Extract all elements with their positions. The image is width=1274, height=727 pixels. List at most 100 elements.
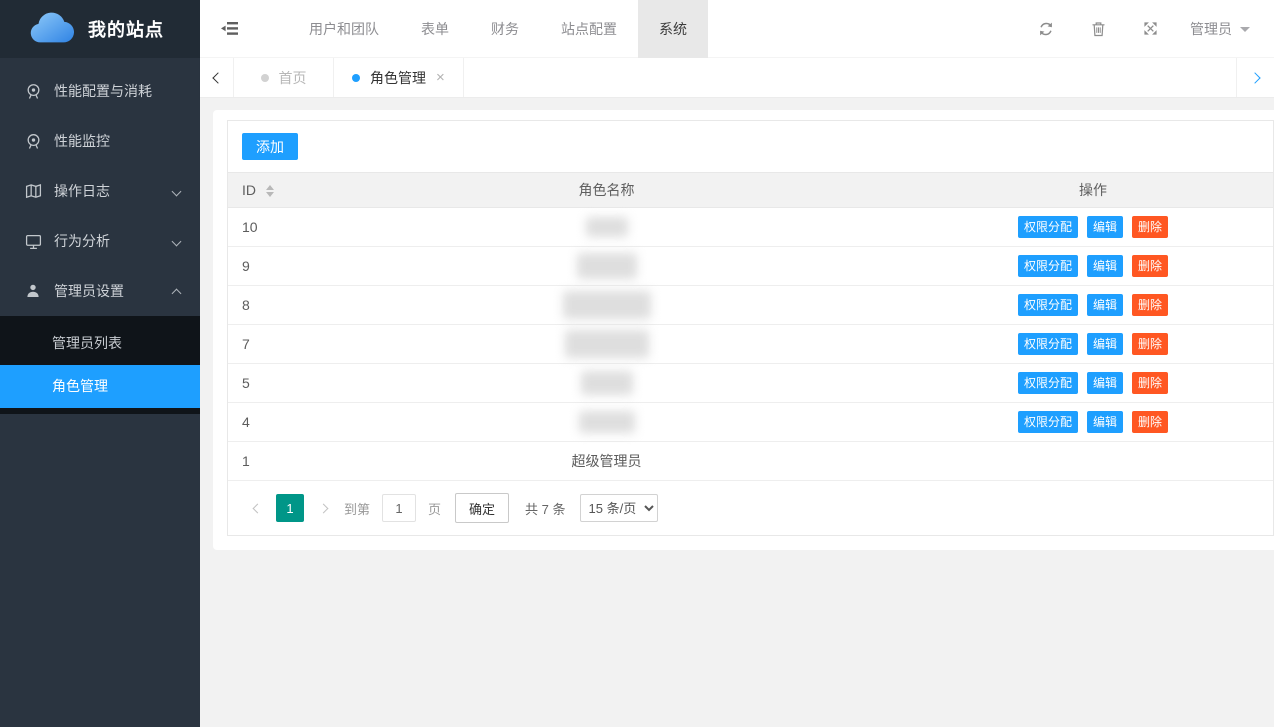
content-area: 添加 ID 角色名称 [200,98,1274,727]
role-id-cell: 8 [228,286,300,325]
table-header-row: ID 角色名称 操作 [228,173,1273,208]
nav-item-forms[interactable]: 表单 [400,0,470,58]
nav-item-finance[interactable]: 财务 [470,0,540,58]
shrink-menu-icon [221,21,239,36]
add-button[interactable]: 添加 [242,133,298,160]
edit-button[interactable]: 编辑 [1087,255,1123,277]
sidebar-item-admin-list[interactable]: 管理员列表 [0,322,200,365]
sidebar-item-label: 行为分析 [54,231,172,251]
refresh-button[interactable] [1020,0,1072,58]
speaker-icon [24,82,42,100]
sidebar-item-label: 性能监控 [54,131,182,151]
role-name-cell [300,403,913,442]
delete-button[interactable]: 删除 [1132,411,1168,433]
tabs-scroll-left-button[interactable] [200,58,234,97]
user-dropdown[interactable]: 管理员 [1176,0,1274,58]
trash-icon [1091,21,1106,37]
edit-button[interactable]: 编辑 [1087,372,1123,394]
delete-button[interactable]: 删除 [1132,372,1168,394]
role-name-cell: 超级管理员 [300,442,913,481]
close-icon[interactable]: × [436,70,445,85]
row-actions-cell: 权限分配编辑删除 [913,325,1273,364]
delete-button[interactable]: 删除 [1132,294,1168,316]
assign-permissions-button[interactable]: 权限分配 [1018,333,1078,355]
goto-page-input[interactable] [382,494,416,522]
tab-label: 角色管理 [370,68,426,88]
fullscreen-button[interactable] [1124,0,1176,58]
user-name: 管理员 [1190,19,1232,39]
sidebar: 我的站点 性能配置与消耗 性能监控 [0,0,200,727]
role-name-cell [300,286,913,325]
role-name-cell [300,364,913,403]
tabs-scroll-right-button[interactable] [1236,58,1274,97]
assign-permissions-button[interactable]: 权限分配 [1018,255,1078,277]
delete-button[interactable]: 删除 [1132,216,1168,238]
trash-button[interactable] [1072,0,1124,58]
collapse-sidebar-button[interactable] [200,0,260,58]
sidebar-item-behavior-analysis[interactable]: 行为分析 [0,216,200,266]
monitor-icon [24,232,42,250]
column-header-actions: 操作 [913,173,1273,208]
tab-home[interactable]: 首页 [234,58,334,97]
fullscreen-icon [1143,21,1158,36]
current-page-button[interactable]: 1 [276,494,304,522]
goto-suffix-label: 页 [428,499,441,518]
chevron-down-icon [172,236,182,246]
tab-dot-icon [352,74,360,82]
nav-item-site-config[interactable]: 站点配置 [540,0,638,58]
column-header-role-name: 角色名称 [300,173,913,208]
redacted-role-name [579,411,635,433]
tab-label: 首页 [279,68,307,88]
role-name-cell [300,208,913,247]
next-page-button[interactable] [310,494,338,522]
redacted-role-name [563,291,651,319]
edit-button[interactable]: 编辑 [1087,333,1123,355]
nav-item-system[interactable]: 系统 [638,0,708,58]
pagination: 1 到第 页 确定 共 7 条 15 条/页 [228,481,1273,535]
tab-bar: 首页 角色管理 × [200,58,1274,98]
refresh-icon [1038,21,1054,37]
main-area: 用户和团队 表单 财务 站点配置 系统 [200,0,1274,727]
chevron-up-icon [172,286,182,296]
row-actions-cell [913,442,1273,481]
assign-permissions-button[interactable]: 权限分配 [1018,294,1078,316]
sidebar-item-performance-monitor[interactable]: 性能监控 [0,116,200,166]
tab-role-management[interactable]: 角色管理 × [334,58,464,97]
sidebar-item-performance-config[interactable]: 性能配置与消耗 [0,66,200,116]
table-row: 10 权限分配编辑删除 [228,208,1273,247]
site-title: 我的站点 [88,16,164,42]
sidebar-item-operation-log[interactable]: 操作日志 [0,166,200,216]
sort-icon[interactable] [266,185,274,197]
sidebar-item-label: 管理员设置 [54,281,172,301]
assign-permissions-button[interactable]: 权限分配 [1018,411,1078,433]
row-actions-cell: 权限分配编辑删除 [913,208,1273,247]
user-icon [24,282,42,300]
role-id-cell: 10 [228,208,300,247]
table-row: 8 权限分配编辑删除 [228,286,1273,325]
assign-permissions-button[interactable]: 权限分配 [1018,216,1078,238]
edit-button[interactable]: 编辑 [1087,294,1123,316]
prev-page-button[interactable] [242,494,270,522]
total-count-label: 共 7 条 [525,499,565,518]
tab-dot-icon [261,74,269,82]
logo-bar: 我的站点 [0,0,200,58]
chevron-left-icon [212,73,221,82]
nav-item-users-teams[interactable]: 用户和团队 [288,0,400,58]
delete-button[interactable]: 删除 [1132,333,1168,355]
redacted-role-name [565,330,649,358]
sidebar-item-role-management[interactable]: 角色管理 [0,365,200,408]
edit-button[interactable]: 编辑 [1087,216,1123,238]
chevron-right-icon [1251,73,1260,82]
role-id-cell: 9 [228,247,300,286]
top-nav: 用户和团队 表单 财务 站点配置 系统 [288,0,708,58]
sidebar-item-admin-settings[interactable]: 管理员设置 [0,266,200,316]
edit-button[interactable]: 编辑 [1087,411,1123,433]
confirm-page-button[interactable]: 确定 [455,493,509,523]
assign-permissions-button[interactable]: 权限分配 [1018,372,1078,394]
sidebar-item-label: 性能配置与消耗 [54,81,182,101]
column-header-id[interactable]: ID [228,173,300,208]
page-size-select[interactable]: 15 条/页 [580,494,658,522]
delete-button[interactable]: 删除 [1132,255,1168,277]
table-row: 5 权限分配编辑删除 [228,364,1273,403]
caret-down-icon [1240,27,1250,32]
